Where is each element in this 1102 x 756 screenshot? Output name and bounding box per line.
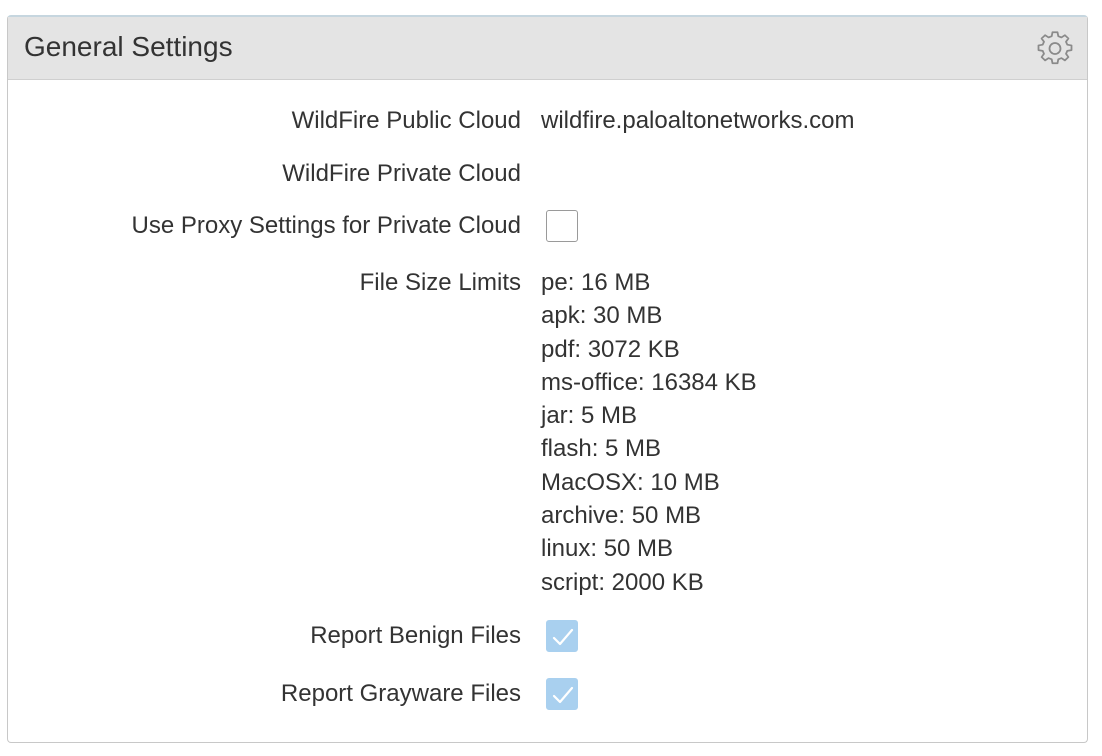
report-benign-checkbox[interactable]	[546, 620, 578, 652]
public-cloud-label: WildFire Public Cloud	[291, 107, 521, 134]
report-grayware-label: Report Grayware Files	[280, 680, 521, 707]
checkmark-icon	[552, 686, 574, 704]
file-size-limit-item: MacOSX: 10 MB	[541, 468, 720, 496]
row-use-proxy: Use Proxy Settings for Private Cloud	[8, 209, 1087, 243]
file-size-limit-item: linux: 50 MB	[541, 535, 674, 563]
report-grayware-checkbox[interactable]	[546, 678, 578, 710]
row-file-size-limits: File Size Limits pe: 16 MB apk: 30 MB pd…	[8, 266, 1087, 606]
private-cloud-label: WildFire Private Cloud	[282, 160, 521, 187]
file-size-limit-item: archive: 50 MB	[541, 502, 702, 530]
panel-title: General Settings	[24, 31, 233, 62]
file-size-limit-item: script: 2000 KB	[541, 568, 704, 596]
row-report-benign: Report Benign Files	[8, 619, 1087, 653]
row-public-cloud: WildFire Public Cloud wildfire.paloalton…	[8, 104, 1087, 138]
panel-header: General Settings	[8, 17, 1087, 80]
use-proxy-checkbox[interactable]	[546, 210, 578, 242]
file-size-limits-label: File Size Limits	[359, 269, 521, 296]
file-size-limit-item: apk: 30 MB	[541, 302, 663, 330]
public-cloud-value: wildfire.paloaltonetworks.com	[541, 107, 855, 134]
file-size-limit-item: pe: 16 MB	[541, 269, 651, 296]
general-settings-panel: General Settings WildFire Public Cloud w…	[7, 15, 1088, 743]
gear-icon[interactable]	[1037, 31, 1073, 67]
row-report-grayware: Report Grayware Files	[8, 677, 1087, 711]
file-size-limits-list: pe: 16 MB apk: 30 MB pdf: 3072 KB ms-off…	[541, 266, 757, 599]
report-benign-label: Report Benign Files	[310, 622, 521, 649]
row-private-cloud: WildFire Private Cloud	[8, 157, 1087, 191]
file-size-limit-item: flash: 5 MB	[541, 435, 662, 463]
checkmark-icon	[552, 628, 574, 646]
use-proxy-label: Use Proxy Settings for Private Cloud	[131, 212, 522, 239]
file-size-limit-item: ms-office: 16384 KB	[541, 368, 757, 396]
file-size-limit-item: jar: 5 MB	[541, 402, 638, 430]
file-size-limit-item: pdf: 3072 KB	[541, 335, 680, 363]
